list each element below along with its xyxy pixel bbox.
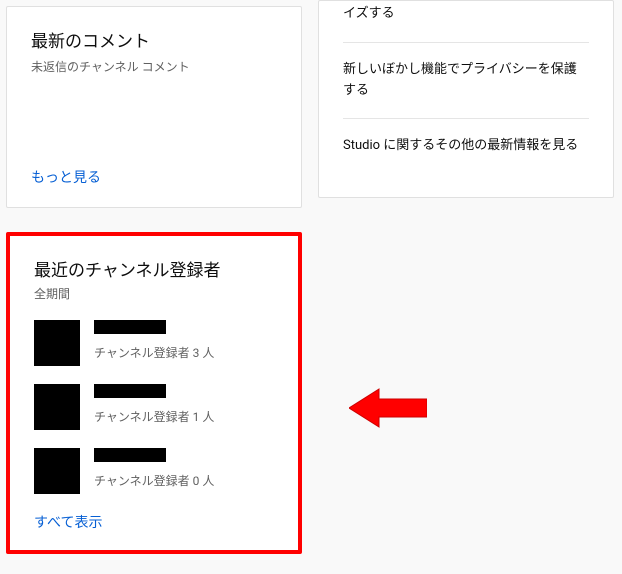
subscriber-count: チャンネル登録者 1 人 <box>94 408 274 425</box>
annotation-arrow-icon <box>349 385 427 431</box>
subscriber-info: チャンネル登録者 0 人 <box>94 448 274 489</box>
comments-more-link[interactable]: もっと見る <box>31 167 277 187</box>
subscriber-info: チャンネル登録者 3 人 <box>94 320 274 361</box>
subscriber-count: チャンネル登録者 3 人 <box>94 344 274 361</box>
subscriber-name-redacted <box>94 448 166 462</box>
subscriber-info: チャンネル登録者 1 人 <box>94 384 274 425</box>
comments-subtitle: 未返信のチャンネル コメント <box>31 58 277 75</box>
news-card: イズする 新しいぼかし機能でプライバシーを保護する Studio に関するその他… <box>318 0 614 198</box>
news-item[interactable]: 新しいぼかし機能でプライバシーを保護する <box>343 43 589 120</box>
recent-subscribers-card: 最近のチャンネル登録者 全期間 チャンネル登録者 3 人 チャンネル登録者 1 … <box>6 232 302 554</box>
subscribers-show-all-link[interactable]: すべて表示 <box>34 512 274 532</box>
avatar <box>34 448 80 494</box>
avatar <box>34 384 80 430</box>
comments-title: 最新のコメント <box>31 27 277 52</box>
latest-comments-card: 最新のコメント 未返信のチャンネル コメント もっと見る <box>6 6 302 208</box>
subscriber-row[interactable]: チャンネル登録者 0 人 <box>34 448 274 494</box>
subscriber-count: チャンネル登録者 0 人 <box>94 472 274 489</box>
subscriber-name-redacted <box>94 384 166 398</box>
subscribers-period: 全期間 <box>34 285 274 302</box>
subscriber-name-redacted <box>94 320 166 334</box>
subscribers-title: 最近のチャンネル登録者 <box>34 256 274 281</box>
news-item[interactable]: イズする <box>343 1 589 43</box>
avatar <box>34 320 80 366</box>
subscriber-row[interactable]: チャンネル登録者 1 人 <box>34 384 274 430</box>
subscriber-row[interactable]: チャンネル登録者 3 人 <box>34 320 274 366</box>
news-item[interactable]: Studio に関するその他の最新情報を見る <box>343 119 589 174</box>
